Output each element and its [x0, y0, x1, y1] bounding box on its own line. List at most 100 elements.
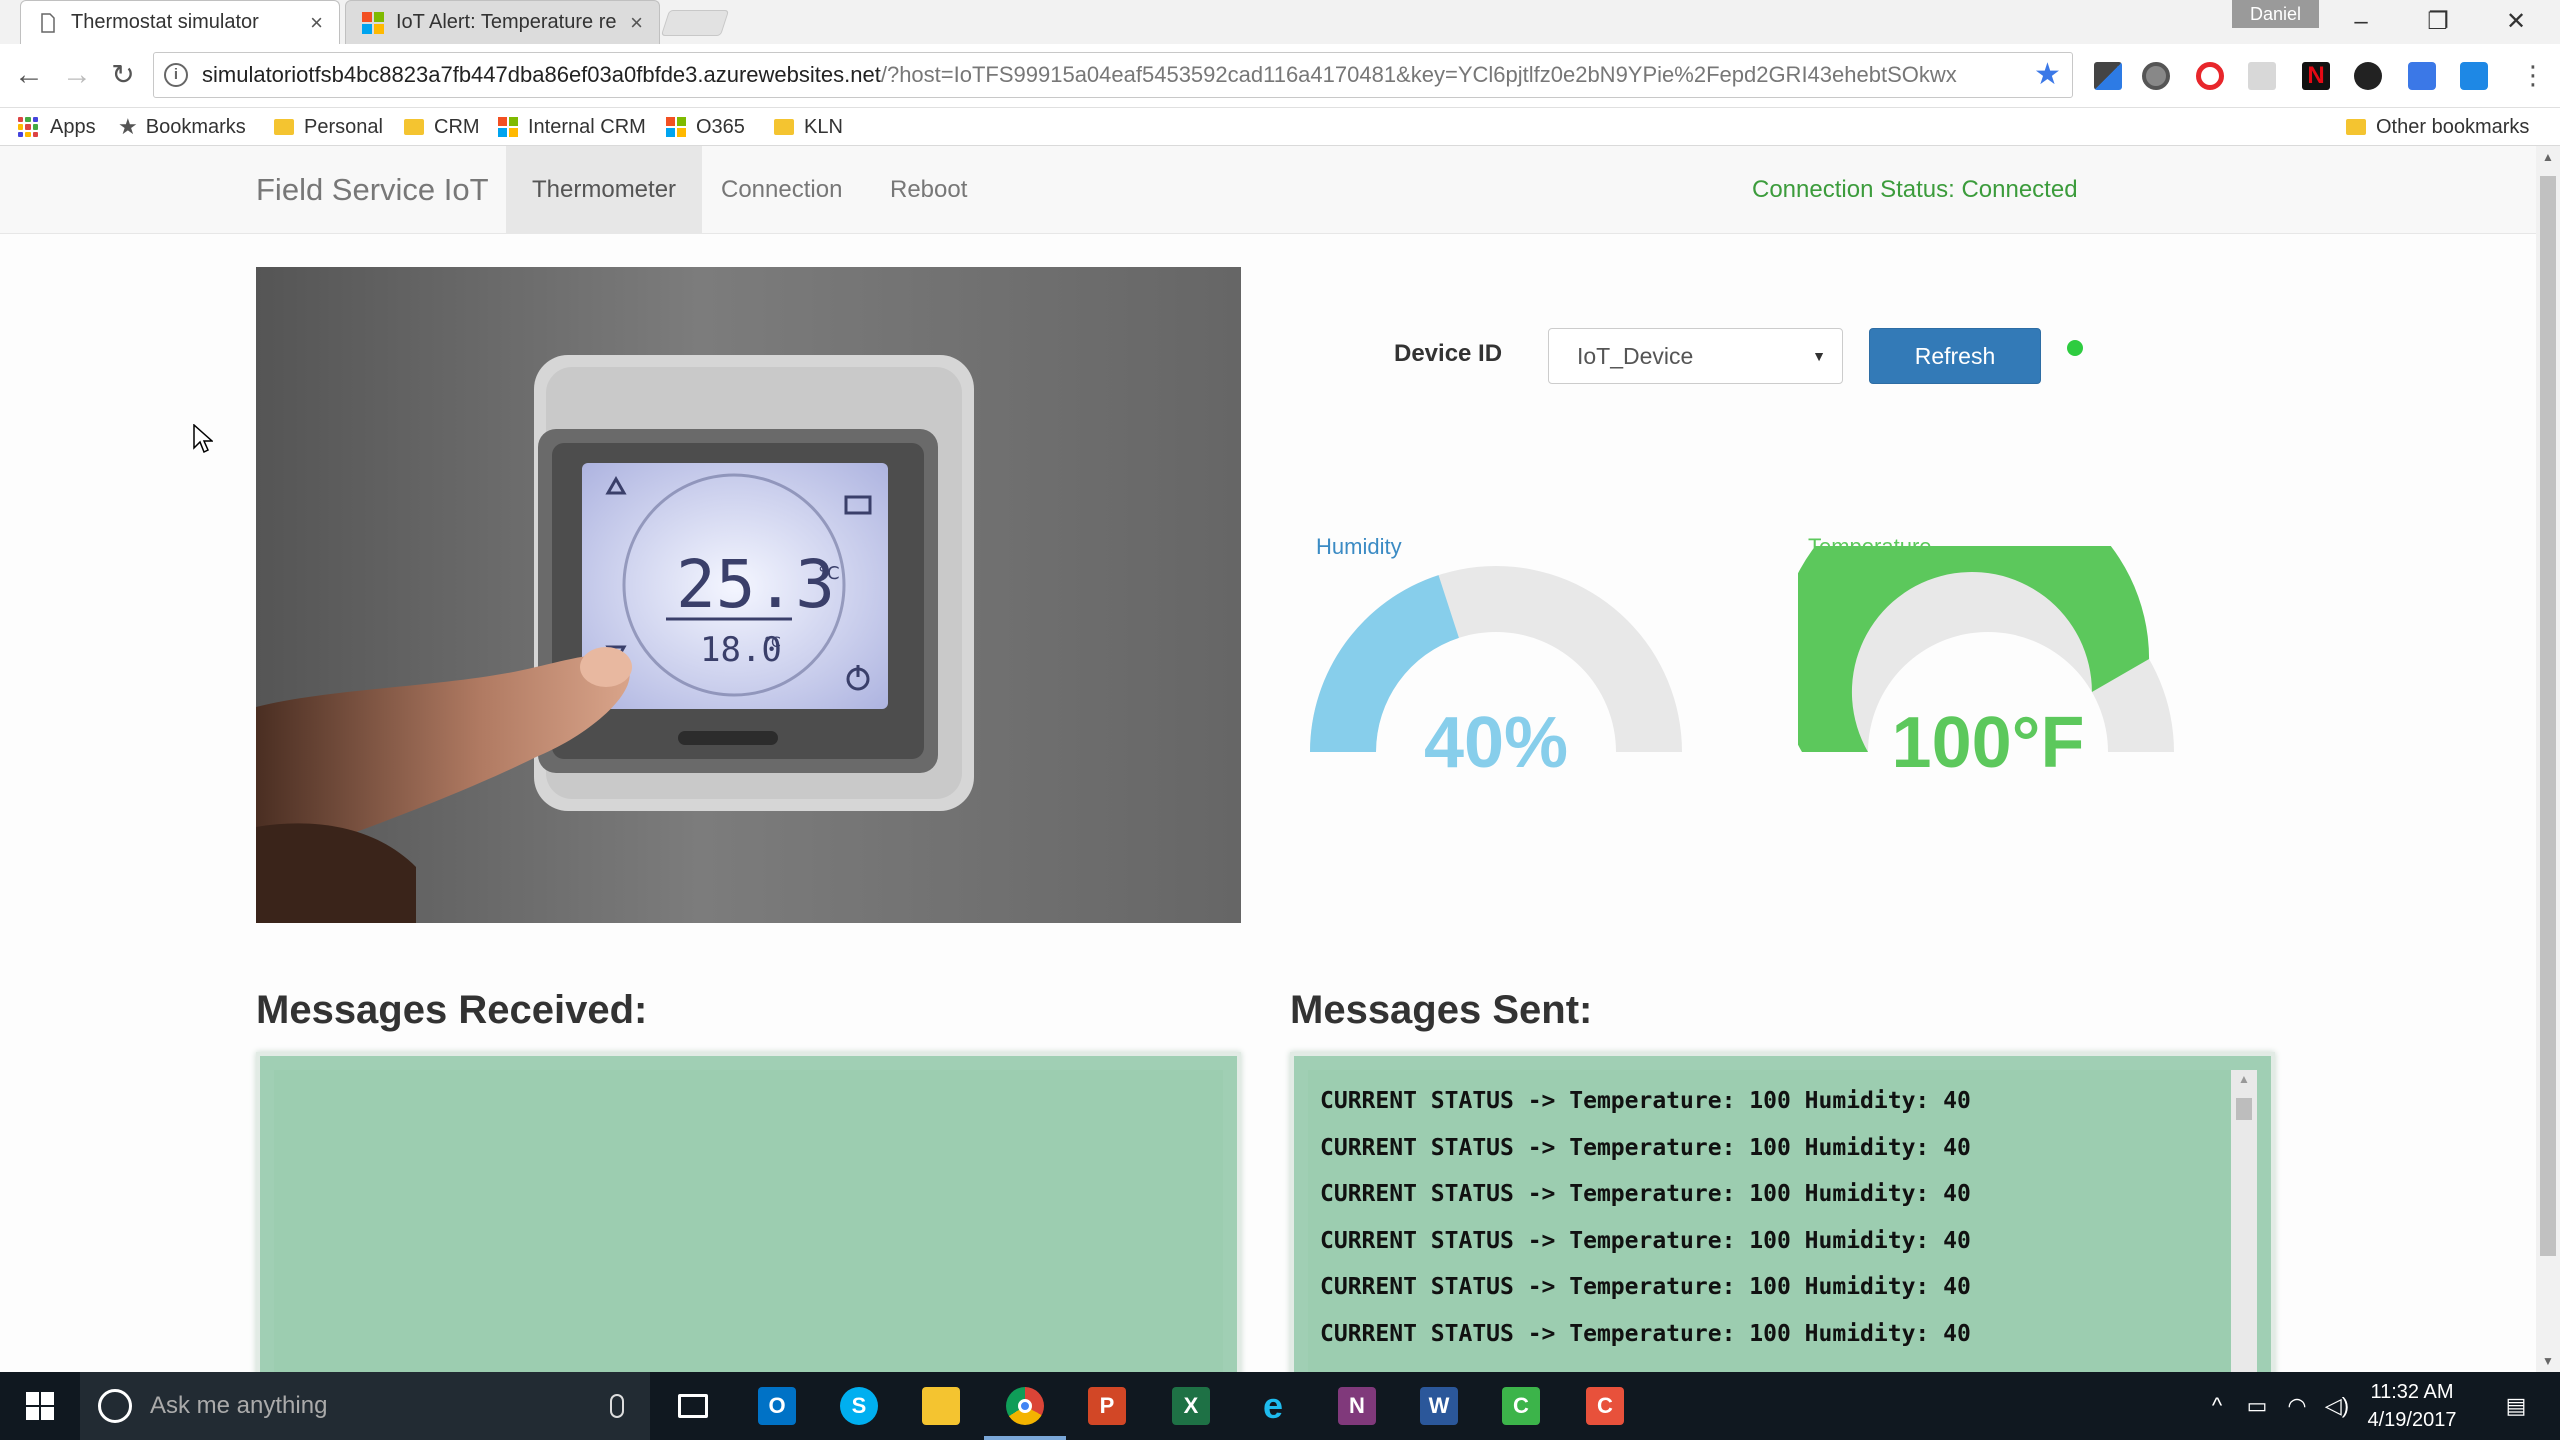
folder-icon — [922, 1387, 960, 1425]
task-view-button[interactable] — [652, 1372, 734, 1440]
reload-icon[interactable]: ↻ — [106, 58, 140, 92]
close-window-icon[interactable]: ✕ — [2488, 6, 2544, 38]
microsoft-logo-icon — [362, 11, 384, 34]
restore-icon[interactable]: ❐ — [2410, 6, 2466, 38]
taskbar-outlook[interactable]: O — [736, 1372, 818, 1440]
url-host: simulatoriotfsb4bc8823a7fb447dba86ef03a0… — [202, 62, 881, 87]
messages-sent-box[interactable]: CURRENT STATUS -> Temperature: 100 Humid… — [1290, 1052, 2275, 1372]
extension-dark-icon[interactable] — [2354, 62, 2382, 90]
sent-message-line: CURRENT STATUS -> Temperature: 100 Humid… — [1320, 1088, 1971, 1114]
refresh-button[interactable]: Refresh — [1869, 328, 2041, 384]
battery-icon[interactable]: ▭ — [2240, 1372, 2274, 1440]
cortana-search[interactable]: Ask me anything — [80, 1372, 650, 1440]
page-scrollbar-thumb[interactable] — [2540, 176, 2556, 1256]
volume-icon[interactable]: ◁) — [2320, 1372, 2354, 1440]
taskbar-file-explorer[interactable] — [900, 1372, 982, 1440]
extension-pen-icon[interactable] — [2094, 62, 2122, 90]
profile-button[interactable]: Daniel — [2232, 0, 2320, 28]
taskbar-skype[interactable]: S — [818, 1372, 900, 1440]
wifi-icon[interactable]: ◠ — [2280, 1372, 2314, 1440]
brand-title[interactable]: Field Service IoT — [256, 172, 489, 208]
bookmark-label: Internal CRM — [528, 115, 646, 138]
url-path: /?host=IoTFS99915a04eaf5453592cad116a417… — [880, 62, 1957, 87]
forward-icon[interactable]: → — [60, 58, 94, 92]
bookmark-label: Apps — [50, 115, 96, 138]
extension-circle-icon[interactable] — [2142, 62, 2170, 90]
clock-time: 11:32 AM — [2370, 1381, 2454, 1403]
tab-thermostat-simulator[interactable]: Thermostat simulator × — [20, 0, 340, 44]
tab-title: Thermostat simulator — [71, 11, 259, 33]
extension-link-icon[interactable] — [2248, 62, 2276, 90]
humidity-value: 40% — [1423, 703, 1569, 783]
address-bar[interactable]: i simulatoriotfsb4bc8823a7fb447dba86ef03… — [153, 52, 2073, 98]
taskbar-internet-explorer[interactable]: e — [1232, 1372, 1314, 1440]
tab-iot-alert[interactable]: IoT Alert: Temperature re × — [345, 0, 660, 44]
nav-thermometer[interactable]: Thermometer — [506, 146, 703, 234]
back-icon[interactable]: ← — [12, 58, 46, 92]
bookmark-bookmarks[interactable]: ★ Bookmarks — [118, 114, 246, 140]
extension-blue-icon[interactable] — [2408, 62, 2436, 90]
connection-indicator-dot — [2067, 340, 2083, 356]
bookmark-kln[interactable]: KLN — [774, 114, 843, 140]
bookmark-other[interactable]: Other bookmarks — [2346, 114, 2529, 140]
nav-connection[interactable]: Connection — [695, 146, 868, 234]
scroll-up-icon[interactable]: ▲ — [2536, 150, 2560, 164]
device-id-value: IoT_Device — [1577, 343, 1694, 369]
clock-date: 4/19/2017 — [2367, 1409, 2457, 1431]
bookmark-crm[interactable]: CRM — [404, 114, 480, 140]
menu-icon[interactable]: ⋮ — [2516, 58, 2550, 92]
thermostat-current-reading: 25.3 — [676, 546, 835, 623]
taskbar-word[interactable]: W — [1398, 1372, 1480, 1440]
site-info-icon[interactable]: i — [164, 63, 188, 87]
netflix-icon[interactable]: N — [2302, 62, 2330, 90]
taskbar-excel[interactable]: X — [1150, 1372, 1232, 1440]
device-id-label: Device ID — [1394, 340, 1503, 367]
opera-icon[interactable] — [2196, 62, 2224, 90]
messages-sent-title: Messages Sent: — [1290, 988, 1593, 1032]
tray-chevron-icon[interactable]: ^ — [2200, 1372, 2234, 1440]
tab-close-icon[interactable]: × — [630, 10, 643, 36]
sent-message-line: CURRENT STATUS -> Temperature: 100 Humid… — [1320, 1274, 1971, 1300]
bookmark-label: O365 — [696, 115, 745, 138]
start-button[interactable] — [0, 1372, 80, 1440]
nav-reboot[interactable]: Reboot — [864, 146, 993, 234]
tab-title: IoT Alert: Temperature re — [396, 11, 617, 33]
apps-grid-icon — [18, 117, 38, 137]
taskbar-powerpoint[interactable]: P — [1066, 1372, 1148, 1440]
taskbar-clock[interactable]: 11:32 AM 4/19/2017 — [2352, 1378, 2472, 1434]
camtasia-icon: C — [1586, 1387, 1624, 1425]
bookmark-label: CRM — [434, 115, 480, 138]
tab-close-icon[interactable]: × — [310, 10, 323, 36]
folder-icon — [774, 119, 794, 135]
skype-icon: S — [840, 1387, 878, 1425]
bookmark-o365[interactable]: O365 — [666, 114, 745, 140]
action-center-icon[interactable]: ▤ — [2494, 1372, 2538, 1440]
scroll-up-icon[interactable]: ▲ — [2231, 1072, 2257, 1086]
device-id-select[interactable]: IoT_Device ▼ — [1548, 328, 1843, 384]
taskbar-chrome[interactable] — [984, 1372, 1066, 1440]
scroll-down-icon[interactable]: ▼ — [2536, 1354, 2560, 1368]
new-tab-button[interactable] — [660, 10, 730, 36]
minimize-icon[interactable]: – — [2333, 6, 2389, 38]
folder-icon — [404, 119, 424, 135]
onenote-icon: N — [1338, 1387, 1376, 1425]
page-scrollbar[interactable]: ▲ ▼ — [2536, 146, 2560, 1372]
connection-status: Connection Status: Connected — [1752, 176, 2078, 203]
bookmark-star-icon[interactable]: ★ — [2034, 57, 2061, 92]
page-icon — [41, 12, 55, 33]
microphone-icon[interactable] — [610, 1394, 624, 1418]
excel-icon: X — [1172, 1387, 1210, 1425]
messages-received-box[interactable] — [256, 1052, 1241, 1372]
word-icon: W — [1420, 1387, 1458, 1425]
bookmark-personal[interactable]: Personal — [274, 114, 383, 140]
bookmark-apps[interactable]: Apps — [18, 114, 96, 140]
taskbar-onenote[interactable]: N — [1316, 1372, 1398, 1440]
messages-sent-scrollbar[interactable]: ▲ — [2231, 1070, 2257, 1372]
bookmark-internal-crm[interactable]: Internal CRM — [498, 114, 646, 140]
windows-taskbar: Ask me anything O S P X e N W C C ^ ▭ ◠ … — [0, 1372, 2560, 1440]
bookmark-label: Other bookmarks — [2376, 115, 2530, 138]
extension-s-icon[interactable] — [2460, 62, 2488, 90]
taskbar-camtasia-recorder[interactable]: C — [1480, 1372, 1562, 1440]
scrollbar-thumb[interactable] — [2236, 1098, 2252, 1120]
taskbar-camtasia[interactable]: C — [1564, 1372, 1646, 1440]
